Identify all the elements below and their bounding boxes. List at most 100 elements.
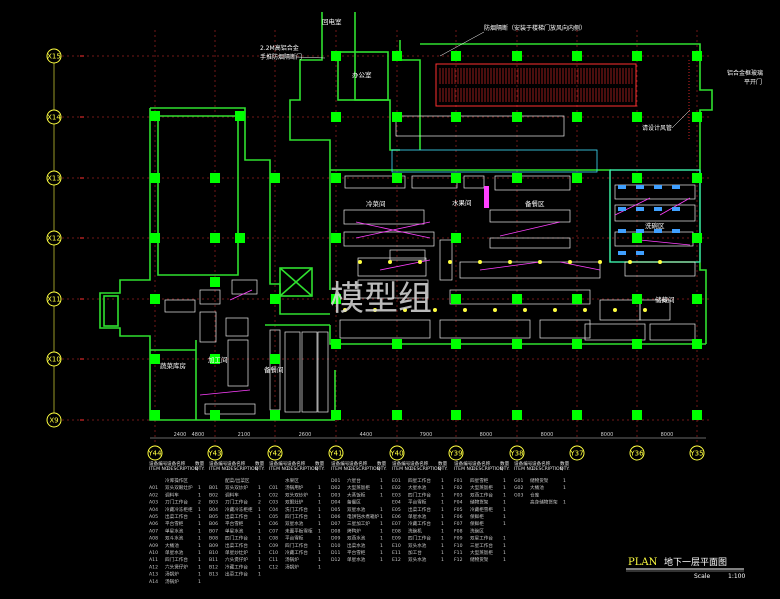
structural-column (392, 173, 402, 183)
structural-column (572, 173, 582, 183)
structural-column (692, 51, 702, 61)
table-cell-qty: 1 (258, 492, 261, 498)
table-cell-qty: 1 (503, 557, 506, 563)
table-cell-no: E07 (392, 521, 401, 527)
table-cell-name: 大桶池 (165, 542, 179, 549)
table-cell-qty: 1 (441, 528, 444, 534)
annotation-fire-shutter-1: 2.2M高铝合金 (260, 44, 299, 52)
table-cell-name: 双眼灶炉 (285, 499, 304, 506)
structural-column (632, 339, 642, 349)
table-cell-name: 配菜/出菜区 (225, 477, 250, 484)
table-cell-name: 冷藏工作台 (285, 549, 308, 556)
dimension-value: 2600 (299, 432, 312, 438)
equipment-connector (614, 197, 651, 216)
table-header-no: 设备编号 (149, 460, 168, 467)
equipment-tag (643, 308, 647, 312)
table-header-qty: QTY. (560, 466, 570, 472)
table-cell-name: 刀门工作台 (225, 499, 248, 506)
table-cell-qty: 1 (198, 507, 201, 513)
table-cell-name: 四门工作台 (285, 542, 308, 549)
table-header-qty: QTY. (438, 466, 448, 472)
table-header-name: 设备名称 (349, 460, 368, 467)
room-pantry: 备餐间 (264, 365, 284, 374)
table-cell-name: 四门工作台 (408, 535, 431, 542)
table-cell-qty: 1 (503, 543, 506, 549)
cyan-corridors (391, 149, 701, 263)
equipment-tag (618, 251, 626, 255)
table-cell-name: 四门工作台 (165, 556, 188, 563)
structural-column (572, 112, 582, 122)
table-cell-no: E02 (392, 485, 401, 491)
table-cell-qty: 1 (380, 485, 383, 491)
table-cell-name: 四门工作台 (285, 513, 308, 520)
table-cell-qty: 1 (318, 500, 321, 506)
table-cell-qty: 1 (198, 572, 201, 578)
equipment-tag (654, 207, 662, 211)
table-cell-qty: 1 (198, 557, 201, 563)
table-cell-name: 汤锅炉 (165, 571, 179, 578)
table-cell-qty: 1 (318, 557, 321, 563)
table-cell-no: D08 (331, 528, 340, 534)
table-cell-no: A10 (149, 550, 158, 556)
structural-column (270, 410, 280, 420)
table-cell-name: 六星台 (347, 477, 361, 484)
equipment-outline (649, 323, 696, 341)
table-cell-qty: 1 (441, 543, 444, 549)
structural-column (392, 410, 402, 420)
room-side: 蔬菜库房 (160, 361, 186, 370)
plan-title-en: PLAN (628, 557, 658, 568)
table-cell-name: 四星雪柜 (470, 477, 489, 484)
table-cell-name: 平台雪柜 (285, 535, 304, 542)
equipment-tag (618, 229, 626, 233)
table-cell-qty: 1 (503, 550, 506, 556)
structural-column (150, 354, 160, 364)
structural-column (632, 410, 642, 420)
structural-column (692, 173, 702, 183)
equipment-tag (672, 185, 680, 189)
dimension-value: 7900 (420, 432, 433, 438)
table-cell-name: 单星水池 (165, 527, 184, 534)
equipment-tag (636, 207, 644, 211)
table-cell-qty: 1 (318, 507, 321, 513)
equipment-outline (164, 299, 196, 313)
table-header-no: 设备编号 (269, 460, 288, 467)
equipment-outline (301, 331, 318, 413)
table-cell-no: C02 (269, 492, 278, 498)
table-header-name: DESCRIPTION (287, 466, 318, 472)
structural-column (331, 173, 341, 183)
door-marker (484, 186, 489, 208)
table-cell-name: 备餐区 (347, 499, 361, 506)
table-cell-no: A04 (149, 507, 158, 513)
room-office: 办公室 (352, 70, 372, 79)
table-cell-no: A11 (149, 557, 158, 563)
annotation-fire-shutter-2: 手推防烟隔断门 (260, 53, 302, 61)
column-axis-label: Y43 (207, 450, 221, 458)
structural-column (150, 294, 160, 304)
structural-column (392, 339, 402, 349)
table-cell-name: 烤鸭炉 (347, 527, 361, 534)
table-cell-qty: 1 (563, 500, 566, 506)
equipment-tag (508, 260, 512, 264)
structural-column (150, 410, 160, 420)
equipment-tag (658, 260, 662, 264)
table-cell-no: F09 (454, 536, 463, 542)
table-cell-qty: 1 (318, 550, 321, 556)
table-cell-qty: 1 (258, 572, 261, 578)
table-header-name: 设备名称 (472, 460, 491, 467)
structural-column (632, 233, 642, 243)
table-cell-no: D03 (331, 492, 340, 498)
table-cell-no: F05 (454, 507, 463, 513)
structural-column (512, 112, 522, 122)
table-cell-name: 汤锅炉 (285, 556, 299, 563)
equipment-connector (199, 389, 251, 396)
table-cell-name: 六头煲仔炉 (225, 556, 248, 563)
structural-column (210, 233, 220, 243)
annotation-design-fan: 请设计风管 (642, 124, 672, 132)
table-cell-name: 汤锅炉 (165, 578, 179, 585)
table-cell-qty: 1 (318, 543, 321, 549)
table-cell-qty: 1 (198, 521, 201, 527)
table-cell-qty: 1 (318, 514, 321, 520)
table-cell-no: C05 (269, 514, 278, 520)
table-cell-name: 平台雪柜 (347, 549, 366, 556)
table-cell-name: 四星工作台 (408, 477, 431, 484)
